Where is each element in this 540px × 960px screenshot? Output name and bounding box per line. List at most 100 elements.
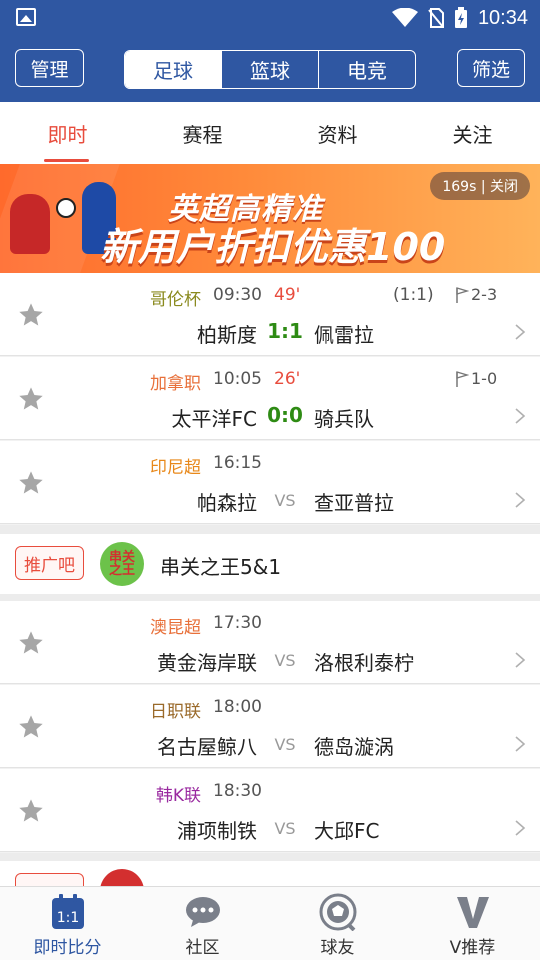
scoreboard-icon: 1:1 bbox=[51, 894, 84, 929]
match-row[interactable]: 澳昆超 17:30 黄金海岸联 VS 洛根利泰柠 bbox=[0, 601, 540, 684]
nav-community[interactable]: 社区 bbox=[135, 887, 270, 960]
chevron-right-icon bbox=[515, 652, 526, 668]
league-name: 澳昆超 bbox=[150, 618, 201, 638]
filter-button[interactable]: 筛选 bbox=[457, 49, 525, 87]
match-row[interactable]: 韩K联 18:30 浦项制铁 VS 大邱FC bbox=[0, 769, 540, 852]
tab-following[interactable]: 关注 bbox=[405, 102, 540, 164]
away-team: 大邱FC bbox=[314, 819, 380, 843]
app-screen: 10:34 管理 足球 篮球 电竞 筛选 即时 赛程 资料 关注 英超高精准 新… bbox=[0, 0, 540, 960]
manage-button[interactable]: 管理 bbox=[15, 49, 84, 87]
soccer-ball-icon bbox=[319, 893, 356, 931]
no-sim-icon bbox=[428, 8, 444, 28]
home-team: 黄金海岸联 bbox=[157, 651, 257, 675]
v-letter-icon bbox=[456, 897, 489, 928]
nav-label: 即时比分 bbox=[33, 938, 102, 958]
banner-close-button[interactable]: 169s | 关闭 bbox=[430, 172, 530, 200]
versus-label: VS bbox=[274, 651, 296, 670]
corner-count: 2-3 bbox=[455, 285, 497, 304]
top-bar: 10:34 管理 足球 篮球 电竞 筛选 bbox=[0, 0, 540, 102]
star-icon[interactable] bbox=[17, 301, 45, 329]
promo-banner[interactable]: 英超高精准 新用户折扣优惠100 169s | 关闭 bbox=[0, 164, 540, 273]
promo-row-partial[interactable] bbox=[0, 861, 540, 886]
star-icon[interactable] bbox=[17, 385, 45, 413]
chat-bubble-icon bbox=[185, 897, 220, 927]
home-team: 帕森拉 bbox=[197, 491, 257, 515]
away-team: 佩雷拉 bbox=[314, 323, 374, 347]
match-row[interactable]: 加拿职 10:05 26' 1-0 太平洋FC 0:0 骑兵队 bbox=[0, 357, 540, 440]
promo-badge: 推广吧 bbox=[15, 546, 84, 580]
bottom-nav: 1:1 即时比分 社区 球友 V推荐 bbox=[0, 886, 540, 960]
away-team: 德岛漩涡 bbox=[314, 735, 394, 759]
banner-subline: 新用户折扣优惠100 bbox=[100, 225, 446, 269]
away-team: 查亚普拉 bbox=[314, 491, 394, 515]
match-minute: 49' bbox=[274, 285, 301, 305]
match-score: 1:1 bbox=[267, 319, 303, 343]
corner-flag-icon bbox=[456, 370, 469, 387]
corner-value: 1-0 bbox=[471, 369, 498, 388]
league-name: 哥伦杯 bbox=[150, 290, 201, 310]
star-icon[interactable] bbox=[17, 797, 45, 825]
corner-value: 2-3 bbox=[471, 285, 498, 304]
league-name: 印尼超 bbox=[150, 458, 201, 478]
home-team: 柏斯度 bbox=[197, 323, 257, 347]
match-row[interactable]: 哥伦杯 09:30 49' (1:1) 2-3 柏斯度 1:1 佩雷拉 bbox=[0, 273, 540, 356]
versus-label: VS bbox=[274, 735, 296, 754]
main-tabs: 即时 赛程 资料 关注 bbox=[0, 102, 540, 164]
away-team: 骑兵队 bbox=[314, 407, 374, 431]
match-time: 18:00 bbox=[213, 697, 262, 717]
promo-title: 串关之王5&1 bbox=[160, 555, 282, 579]
home-team: 浦项制铁 bbox=[177, 819, 257, 843]
nav-live-score[interactable]: 1:1 即时比分 bbox=[0, 887, 135, 960]
promo-logo: 串关之王 bbox=[100, 542, 144, 586]
promo-row[interactable]: 推广吧 串关之王 串关之王5&1 bbox=[0, 534, 540, 594]
chevron-right-icon bbox=[515, 492, 526, 508]
league-name: 日职联 bbox=[150, 702, 201, 722]
chevron-right-icon bbox=[515, 736, 526, 752]
status-bar: 10:34 bbox=[0, 0, 540, 36]
star-icon[interactable] bbox=[17, 629, 45, 657]
gallery-icon bbox=[16, 8, 36, 26]
corner-count: 1-0 bbox=[455, 369, 497, 388]
match-time: 10:05 bbox=[213, 369, 262, 389]
promo-logo bbox=[100, 869, 144, 886]
nav-label: 社区 bbox=[185, 938, 220, 958]
star-icon[interactable] bbox=[17, 713, 45, 741]
half-time-score: (1:1) bbox=[393, 285, 434, 305]
clock-time: 10:34 bbox=[477, 6, 528, 29]
nav-friends[interactable]: 球友 bbox=[270, 887, 405, 960]
nav-label: 球友 bbox=[320, 938, 355, 958]
star-icon[interactable] bbox=[17, 469, 45, 497]
sport-switcher: 足球 篮球 电竞 bbox=[124, 50, 416, 89]
match-time: 09:30 bbox=[213, 285, 262, 305]
away-team: 洛根利泰柠 bbox=[314, 651, 414, 675]
sport-tab-football[interactable]: 足球 bbox=[125, 51, 221, 88]
match-row[interactable]: 印尼超 16:15 帕森拉 VS 查亚普拉 bbox=[0, 441, 540, 524]
match-time: 18:30 bbox=[213, 781, 262, 801]
versus-label: VS bbox=[274, 491, 296, 510]
chevron-right-icon bbox=[515, 324, 526, 340]
soccer-ball-icon bbox=[56, 198, 76, 218]
battery-charging-icon bbox=[454, 7, 467, 28]
chevron-right-icon bbox=[515, 408, 526, 424]
sport-tab-esports[interactable]: 电竞 bbox=[318, 51, 415, 88]
match-time: 16:15 bbox=[213, 453, 262, 473]
league-name: 韩K联 bbox=[155, 786, 201, 806]
player-illustration bbox=[10, 194, 50, 254]
sport-tab-basketball[interactable]: 篮球 bbox=[221, 51, 318, 88]
tab-data[interactable]: 资料 bbox=[270, 102, 405, 164]
tab-schedule[interactable]: 赛程 bbox=[135, 102, 270, 164]
svg-text:1:1: 1:1 bbox=[56, 910, 79, 926]
tab-live[interactable]: 即时 bbox=[0, 102, 135, 164]
promo-logo-text: 串关之王 bbox=[108, 550, 135, 578]
match-minute: 26' bbox=[274, 369, 301, 389]
league-name: 加拿职 bbox=[150, 374, 201, 394]
match-time: 17:30 bbox=[213, 613, 262, 633]
section-divider bbox=[0, 525, 540, 534]
match-score: 0:0 bbox=[267, 403, 303, 427]
nav-label: V推荐 bbox=[449, 938, 496, 958]
match-row[interactable]: 日职联 18:00 名古屋鲸八 VS 德岛漩涡 bbox=[0, 685, 540, 768]
nav-v-recommend[interactable]: V推荐 bbox=[405, 887, 540, 960]
chevron-right-icon bbox=[515, 820, 526, 836]
home-team: 名古屋鲸八 bbox=[157, 735, 257, 759]
promo-badge bbox=[15, 873, 84, 886]
